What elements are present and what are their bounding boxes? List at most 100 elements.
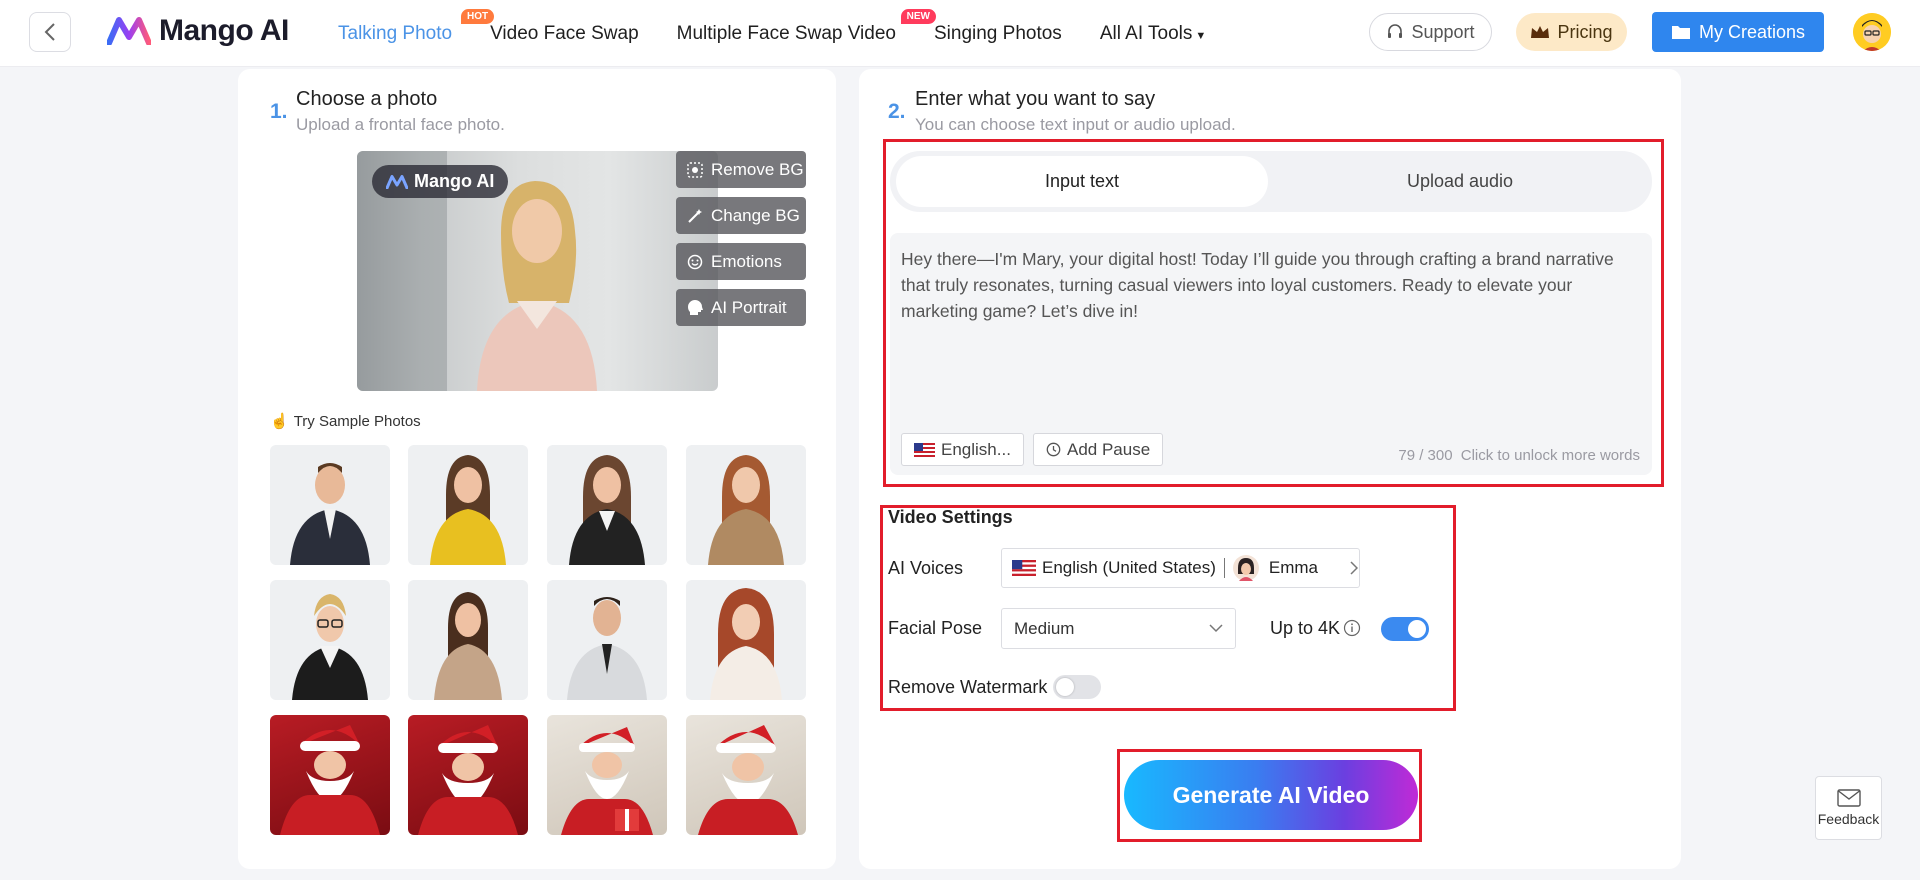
nav-all-ai-tools[interactable]: All AI Tools ▼ [1100, 23, 1206, 45]
top-header: Mango AI Talking Photo HOT Video Face Sw… [0, 0, 1920, 67]
sample-man-suit-image [290, 463, 370, 565]
emotions-button[interactable]: Emotions [676, 243, 806, 280]
support-label: Support [1411, 21, 1475, 42]
remove-bg-icon [687, 161, 703, 178]
caret-down-icon: ▼ [1195, 29, 1207, 42]
sample-photo[interactable] [270, 715, 390, 835]
pricing-label: Pricing [1557, 21, 1613, 42]
nav-label: Singing Photos [933, 22, 1062, 44]
sample-photo[interactable] [270, 445, 390, 565]
clock-icon [1046, 442, 1061, 457]
tab-input-text[interactable]: Input text [896, 156, 1268, 207]
step-subtitle: You can choose text input or audio uploa… [915, 115, 1236, 134]
facial-pose-label: Facial Pose [888, 618, 983, 638]
tool-label: Remove BG [711, 159, 804, 179]
word-count-value: 79 / 300 [1398, 447, 1453, 464]
step-number: 2. [888, 100, 906, 123]
info-icon[interactable] [1343, 619, 1361, 637]
tool-label: Change BG [711, 205, 800, 225]
step-number: 1. [270, 100, 288, 123]
sample-santa-image [698, 725, 798, 835]
remove-watermark-toggle[interactable] [1053, 675, 1101, 699]
watermark-text: Mango AI [414, 171, 495, 191]
facial-pose-select[interactable]: Medium [1001, 608, 1236, 649]
toggle-knob [1408, 620, 1426, 638]
sample-photo[interactable] [270, 580, 390, 700]
sample-man-white-suit-image [567, 597, 647, 700]
sample-photo[interactable] [547, 715, 667, 835]
pointing-hand-icon: ☝ [270, 413, 289, 430]
language-select[interactable]: English... [901, 433, 1024, 466]
pricing-button[interactable]: Pricing [1516, 13, 1627, 51]
toggle-knob [1056, 678, 1074, 696]
sample-santa-image [418, 725, 518, 835]
feedback-button[interactable]: Feedback [1815, 776, 1882, 840]
user-avatar[interactable] [1853, 13, 1891, 51]
support-button[interactable]: Support [1369, 13, 1492, 51]
up-to-4k-label: Up to 4K [1270, 618, 1341, 638]
sample-photo[interactable] [408, 580, 528, 700]
sample-photo[interactable] [686, 445, 806, 565]
nav-label: Multiple Face Swap Video [676, 22, 896, 44]
samples-label-text: Try Sample Photos [293, 412, 421, 430]
nav-label: Talking Photo [338, 22, 453, 44]
input-mode-tabs: Input text Upload audio [890, 151, 1652, 212]
sample-woman-black-image [569, 455, 645, 565]
sample-photo[interactable] [686, 580, 806, 700]
generate-label: Generate AI Video [1172, 781, 1370, 808]
generate-ai-video-button[interactable]: Generate AI Video [1124, 760, 1418, 830]
script-text[interactable]: Hey there—I'm Mary, your digital host! T… [901, 246, 1641, 324]
sample-photo[interactable] [408, 445, 528, 565]
logo-text: Mango AI [159, 14, 289, 47]
main-nav: Talking Photo HOT Video Face Swap Multip… [338, 0, 1244, 67]
sample-photo[interactable] [547, 580, 667, 700]
change-bg-button[interactable]: Change BG [676, 197, 806, 234]
my-creations-label: My Creations [1698, 21, 1806, 42]
ai-voice-select[interactable]: English (United States) Emma [1001, 548, 1360, 588]
script-text-area[interactable]: Hey there—I'm Mary, your digital host! T… [890, 233, 1652, 475]
nav-talking-photo[interactable]: Talking Photo HOT [338, 8, 495, 45]
nav-label: Video Face Swap [490, 22, 639, 44]
video-settings-title: Video Settings [888, 507, 1013, 527]
selected-photo[interactable]: Mango AI Remove BG Change BG Emotions AI… [357, 151, 806, 391]
nav-singing-photos[interactable]: Singing Photos [934, 23, 1062, 45]
add-pause-button[interactable]: Add Pause [1033, 433, 1164, 466]
nav-video-face-swap[interactable]: Video Face Swap [490, 23, 639, 45]
remove-bg-button[interactable]: Remove BG [676, 151, 806, 188]
watermark-badge: Mango AI [372, 165, 509, 198]
mango-ai-logo[interactable]: Mango AI [107, 14, 289, 48]
sample-woman-glasses-image [292, 594, 368, 700]
divider [1223, 558, 1225, 578]
envelope-icon [1836, 789, 1861, 807]
step-title: Enter what you want to say [915, 88, 1156, 110]
sample-photo[interactable] [408, 715, 528, 835]
nav-label: All AI Tools [1099, 22, 1193, 44]
tab-upload-audio[interactable]: Upload audio [1274, 156, 1646, 207]
sample-woman-blazer-image [434, 592, 502, 700]
sample-photo[interactable] [547, 445, 667, 565]
smiley-icon [687, 254, 703, 269]
unlock-words-link[interactable]: Click to unlock more words [1461, 447, 1640, 464]
back-button[interactable] [29, 12, 71, 52]
chevron-right-icon [1350, 561, 1358, 575]
sample-photo[interactable] [686, 715, 806, 835]
us-flag-icon [1012, 560, 1036, 576]
sample-santa-gifts-image [561, 727, 653, 835]
nav-multiple-face-swap-video[interactable]: Multiple Face Swap Video NEW [676, 8, 936, 45]
tool-label: AI Portrait [711, 297, 787, 317]
ai-portrait-button[interactable]: AI Portrait [676, 289, 806, 326]
mango-logo-icon [107, 17, 151, 45]
sample-woman-beige-image [708, 455, 784, 565]
sample-woman-redhair-image [710, 588, 782, 700]
tool-label: Emotions [711, 251, 782, 271]
folder-icon [1671, 26, 1690, 39]
step-title: Choose a photo [296, 88, 438, 110]
ai-voices-label: AI Voices [888, 558, 964, 578]
us-flag-icon [914, 442, 935, 457]
sample-santa-image [280, 725, 380, 835]
hot-badge: HOT [460, 8, 495, 24]
step-subtitle: Upload a frontal face photo. [296, 115, 505, 134]
voice-name: Emma [1268, 558, 1318, 577]
up-to-4k-toggle[interactable] [1381, 617, 1429, 641]
my-creations-button[interactable]: My Creations [1652, 12, 1824, 52]
